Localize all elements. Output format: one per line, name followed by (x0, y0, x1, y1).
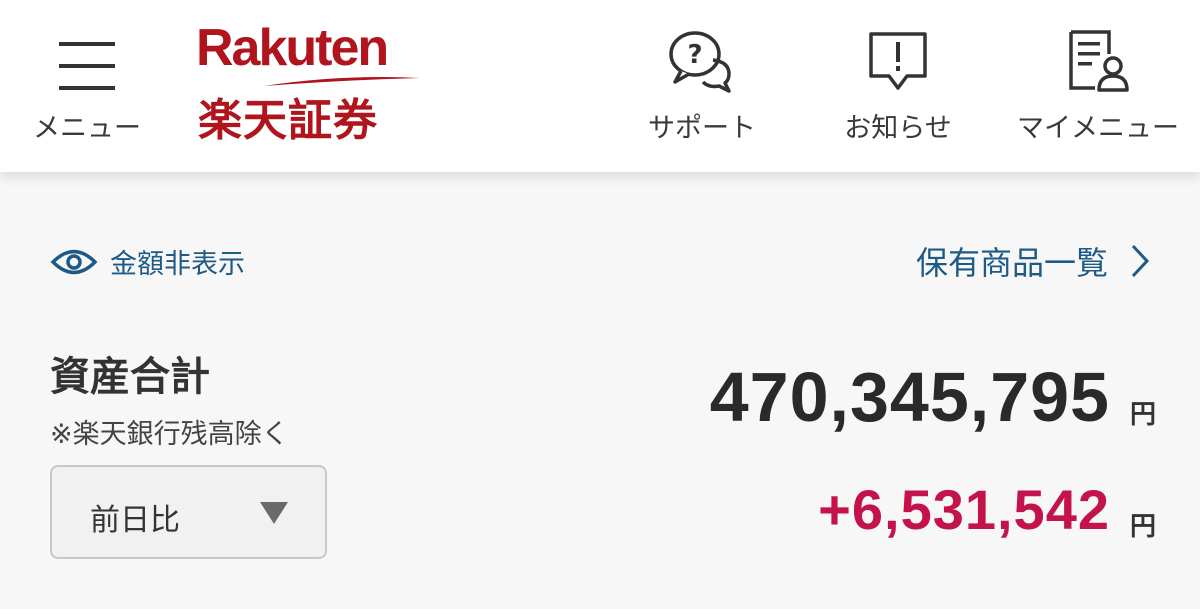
menu-button[interactable]: メニュー (22, 0, 152, 172)
my-menu-label: マイメニュー (1017, 113, 1179, 144)
compare-period-select[interactable]: 前日比 (50, 465, 327, 559)
compare-period-value: 前日比 (90, 503, 180, 538)
asset-summary-panel: 金額非表示 保有商品一覧 資産合計 ※楽天銀行残高除く 470,345,795 … (0, 172, 1200, 609)
svg-text:?: ? (687, 40, 702, 70)
support-button[interactable]: ? サポート (632, 0, 772, 172)
triangle-down-icon (260, 502, 288, 524)
support-label: サポート (648, 113, 756, 144)
asset-total-note: ※楽天銀行残高除く (50, 419, 289, 450)
asset-total-value: 470,345,795 (709, 358, 1110, 436)
chevron-right-icon (1131, 244, 1150, 278)
menu-label: メニュー (33, 113, 141, 144)
hide-amount-label: 金額非表示 (110, 249, 245, 280)
asset-total-currency: 円 (1129, 400, 1156, 430)
hamburger-menu-icon (57, 0, 117, 100)
notice-button[interactable]: お知らせ (828, 0, 968, 172)
day-change-currency: 円 (1129, 512, 1156, 542)
holdings-list-label: 保有商品一覧 (915, 244, 1108, 282)
notice-label: お知らせ (844, 113, 952, 144)
holdings-list-link[interactable]: 保有商品一覧 (916, 238, 1150, 284)
day-change-value: +6,531,542 (818, 478, 1110, 541)
app-header: メニュー Rakuten 楽天証券 ? サポート お知らせ マイメニュー (0, 0, 1200, 172)
eye-icon (50, 249, 98, 274)
my-menu-document-icon (1065, 0, 1131, 100)
hide-amount-toggle[interactable]: 金額非表示 (50, 242, 245, 281)
logo-text-jp: 楽天証券 (198, 95, 378, 146)
support-chat-icon: ? (667, 0, 737, 100)
asset-total-title: 資産合計 (50, 354, 210, 400)
notice-alert-icon (867, 0, 929, 100)
logo-swoosh (264, 77, 420, 86)
logo-text-en: Rakuten (196, 19, 389, 77)
my-menu-button[interactable]: マイメニュー (1008, 0, 1188, 172)
rakuten-securities-logo[interactable]: Rakuten 楽天証券 (192, 22, 432, 152)
